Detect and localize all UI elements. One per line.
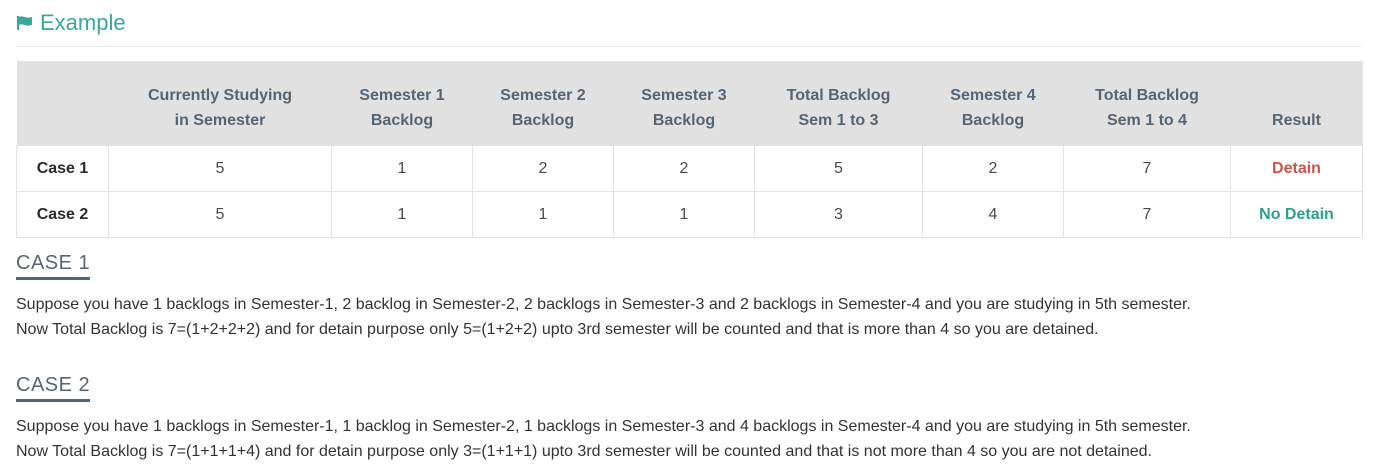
- table-cell: 5: [108, 145, 332, 192]
- table-cell: 5: [108, 191, 332, 238]
- column-header: Total Backlog Sem 1 to 3: [754, 61, 923, 146]
- table-row: Case 2 5 1 1 1 3 4 7 No Detain: [16, 191, 1363, 238]
- table-header: Currently Studying in Semester Semester 1…: [16, 61, 1363, 146]
- table-cell: 2: [922, 145, 1064, 192]
- table-cell: 7: [1063, 191, 1231, 238]
- table-cell: 1: [472, 191, 614, 238]
- table-cell: 2: [613, 145, 755, 192]
- column-header: Semester 2 Backlog: [472, 61, 614, 146]
- case-description-line: Suppose you have 1 backlogs in Semester-…: [16, 296, 1191, 313]
- table-cell: 2: [472, 145, 614, 192]
- table-cell: 1: [613, 191, 755, 238]
- table-row: Case 1 5 1 2 2 5 2 7 Detain: [16, 145, 1363, 192]
- case-description-line: Suppose you have 1 backlogs in Semester-…: [16, 418, 1191, 435]
- table-cell: 1: [331, 145, 473, 192]
- column-header: Semester 4 Backlog: [922, 61, 1064, 146]
- column-header: [16, 61, 109, 146]
- case-1-section: CASE 1 Suppose you have 1 backlogs in Se…: [16, 238, 1361, 342]
- case-2-section: CASE 2 Suppose you have 1 backlogs in Se…: [16, 360, 1361, 464]
- table-cell: 4: [922, 191, 1064, 238]
- backlog-table: Currently Studying in Semester Semester 1…: [16, 61, 1363, 238]
- case-description: Suppose you have 1 backlogs in Semester-…: [16, 292, 1361, 342]
- column-header: Total Backlog Sem 1 to 4: [1063, 61, 1231, 146]
- column-header: Result: [1230, 61, 1363, 146]
- table-cell: 1: [331, 191, 473, 238]
- row-label: Case 2: [16, 191, 109, 238]
- case-heading: CASE 1: [16, 252, 91, 280]
- table-cell: 5: [754, 145, 923, 192]
- result-cell: Detain: [1230, 145, 1363, 192]
- case-description-line: Now Total Backlog is 7=(1+2+2+2) and for…: [16, 321, 1099, 338]
- section-title: Example: [40, 10, 126, 35]
- column-header: Semester 3 Backlog: [613, 61, 755, 146]
- table-cell: 3: [754, 191, 923, 238]
- page-content: Example Currently Studying in Semester Se…: [0, 0, 1375, 464]
- column-header: Semester 1 Backlog: [331, 61, 473, 146]
- row-label: Case 1: [16, 145, 109, 192]
- case-heading: CASE 2: [16, 374, 91, 402]
- table-cell: 7: [1063, 145, 1231, 192]
- flag-icon: [16, 14, 34, 32]
- section-header: Example: [16, 0, 1361, 47]
- column-header: Currently Studying in Semester: [108, 61, 332, 146]
- case-description-line: Now Total Backlog is 7=(1+1+1+4) and for…: [16, 443, 1152, 460]
- result-cell: No Detain: [1230, 191, 1363, 238]
